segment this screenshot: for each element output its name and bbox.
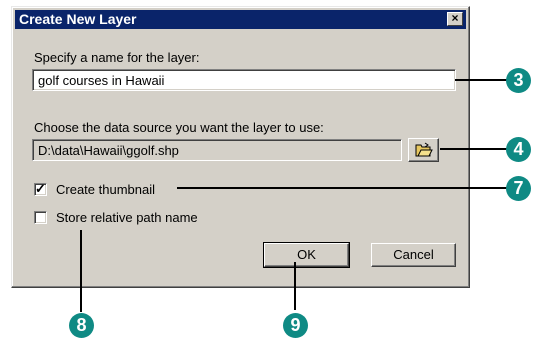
ok-button[interactable]: OK <box>263 242 350 268</box>
callout-7: 7 <box>506 176 531 201</box>
callout-3-leader <box>455 79 507 81</box>
store-relative-path-checkbox[interactable] <box>34 211 47 224</box>
window-title: Create New Layer <box>19 11 137 27</box>
store-relative-path-label: Store relative path name <box>56 210 198 225</box>
callout-7-leader <box>177 187 507 189</box>
callout-4-leader <box>440 148 507 150</box>
create-thumbnail-checkbox[interactable]: ✓ <box>34 181 47 196</box>
callout-9-leader <box>294 262 296 310</box>
callout-9: 9 <box>283 313 308 338</box>
data-source-path-field: D:\data\Hawaii\ggolf.shp <box>32 139 402 161</box>
layer-name-label: Specify a name for the layer: <box>34 50 200 65</box>
close-icon: × <box>451 11 459 25</box>
cancel-button[interactable]: Cancel <box>371 243 456 267</box>
browse-button[interactable] <box>408 138 439 162</box>
data-source-label: Choose the data source you want the laye… <box>34 120 324 135</box>
create-thumbnail-label: Create thumbnail <box>56 182 155 197</box>
callout-8-leader <box>80 230 82 312</box>
checkmark-icon: ✓ <box>35 181 46 196</box>
layer-name-input[interactable]: golf courses in Hawaii <box>32 69 456 91</box>
callout-4: 4 <box>506 137 531 162</box>
callout-8: 8 <box>69 313 94 338</box>
title-bar[interactable]: Create New Layer × <box>15 10 466 29</box>
callout-3: 3 <box>506 68 531 93</box>
open-folder-icon <box>415 142 433 157</box>
close-button[interactable]: × <box>447 12 463 26</box>
